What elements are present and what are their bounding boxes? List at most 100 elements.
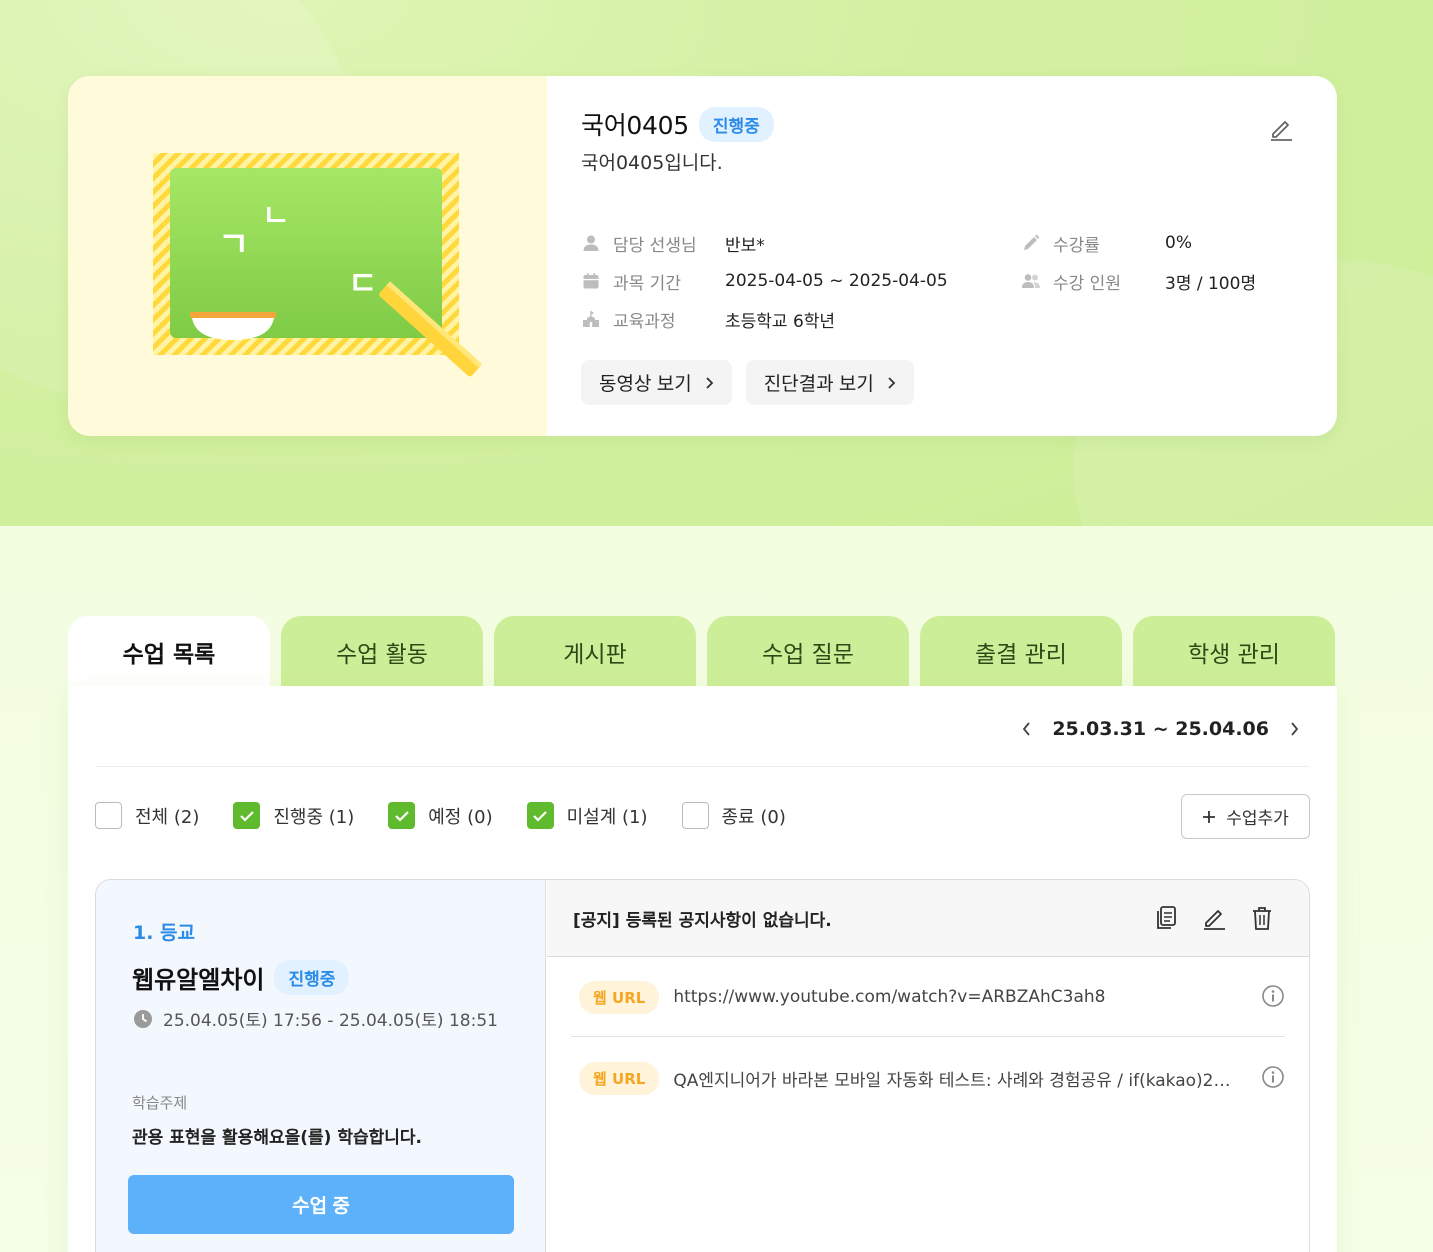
check-icon [394, 810, 409, 822]
course-meta-left: 담당 선생님 반보* 과목 기간 2025-04-05 ~ 2025-04-05… [581, 224, 948, 338]
trash-icon [1253, 907, 1271, 930]
checkbox[interactable] [95, 802, 122, 829]
meta-curriculum: 교육과정 초등학교 6학년 [581, 300, 948, 338]
check-icon [240, 810, 254, 822]
topic-text: 관용 표현을 활용해요을(를) 학습합니다. [132, 1128, 422, 1148]
info-icon [1262, 985, 1284, 1007]
checkbox[interactable] [681, 802, 709, 829]
lesson-time: 25.04.05(토) 17:56 - 25.04.05(토) 18:51 [133, 1006, 498, 1031]
course-info: 국어0405 진행중 국어0405입니다. 담당 선생님 반보* 과목 기간 2… [581, 76, 1337, 436]
tab-bar: 수업 목록 수업 활동 게시판 수업 질문 출결 관리 학생 관리 [68, 616, 1337, 687]
meta-label: 수강률 [1053, 235, 1100, 256]
course-description: 국어0405입니다. [581, 152, 723, 174]
board-char: ㄱ [218, 225, 249, 265]
board-char: ㄷ [348, 264, 377, 302]
course-title-row: 국어0405 진행중 [581, 106, 774, 142]
topic-label: 학습주제 [132, 1094, 188, 1112]
tab-lesson-list[interactable]: 수업 목록 [68, 616, 270, 687]
meta-teacher: 담당 선생님 반보* [581, 224, 948, 262]
filter-all[interactable]: 전체 (2) [95, 802, 199, 829]
meta-progress: 수강률 0% [1021, 224, 1256, 262]
meta-value: 초등학교 6학년 [725, 311, 836, 332]
filter-in-progress[interactable]: 진행중 (1) [233, 802, 354, 829]
add-lesson-button[interactable]: 수업추가 [1181, 794, 1310, 839]
lesson-card: 1. 등교 웹유알엘차이 진행중 25.04.05(토) 17:56 - 25.… [95, 879, 1310, 1252]
diagnosis-result-button[interactable]: 진단결과 보기 [745, 360, 914, 405]
meta-value: 2025-04-05 ~ 2025-04-05 [725, 271, 948, 291]
filter-scheduled[interactable]: 예정 (0) [388, 802, 493, 829]
delete-lesson-button[interactable] [1249, 904, 1275, 932]
button-label: 동영상 보기 [599, 374, 692, 395]
course-meta-right: 수강률 0% 수강 인원 3명 / 100명 [1021, 224, 1256, 300]
clock-icon [134, 1009, 152, 1028]
web-url-badge: 웹 URL [579, 1061, 660, 1095]
week-navigator: 25.03.31 ~ 25.04.06 [1016, 718, 1305, 740]
calendar-icon [581, 271, 601, 291]
checkbox[interactable] [526, 802, 554, 829]
status-badge: 진행중 [274, 960, 350, 995]
resource-item[interactable]: 웹 URL QA엔지니어가 바라본 모바일 자동화 테스트: 사례와 경험공유 … [571, 1038, 1285, 1118]
meta-label: 담당 선생님 [613, 235, 697, 256]
lesson-list-panel: 25.03.31 ~ 25.04.06 전체 (2) 진행중 (1) 예정 (0… [68, 686, 1337, 1252]
board-char: ㄴ [262, 199, 290, 234]
copy-lesson-button[interactable] [1153, 904, 1179, 932]
lesson-actions [1153, 904, 1275, 932]
pencil-icon [1204, 910, 1225, 930]
meta-value: 0% [1165, 233, 1192, 253]
filter-label: 예정 (0) [428, 806, 493, 828]
tab-attendance[interactable]: 출결 관리 [920, 616, 1122, 687]
meta-value: 반보* [725, 235, 765, 256]
checkbox[interactable] [233, 802, 261, 829]
lesson-time-text: 25.04.05(토) 17:56 - 25.04.05(토) 18:51 [163, 1011, 498, 1031]
school-icon [581, 309, 601, 329]
tab-board[interactable]: 게시판 [494, 616, 696, 687]
person-icon [581, 233, 601, 253]
lesson-title: 웹유알엘차이 [132, 966, 265, 994]
info-icon [1262, 1066, 1284, 1088]
next-week-button[interactable] [1283, 718, 1305, 740]
lesson-detail: [공지] 등록된 공지사항이 없습니다. 웹 URL https://www.y… [547, 880, 1309, 1252]
notice-text: [공지] 등록된 공지사항이 없습니다. [573, 910, 832, 931]
lesson-title-row: 웹유알엘차이 진행중 [132, 960, 350, 995]
button-label: 진단결과 보기 [763, 374, 874, 395]
edit-course-button[interactable] [1267, 114, 1295, 142]
checkbox[interactable] [388, 802, 416, 829]
document-copy-icon [1157, 906, 1176, 929]
tab-lesson-question[interactable]: 수업 질문 [707, 616, 909, 687]
divider [571, 1036, 1285, 1037]
meta-label: 교육과정 [613, 311, 676, 332]
filter-ended[interactable]: 종료 (0) [681, 802, 786, 829]
edit-lesson-button[interactable] [1201, 904, 1227, 932]
resource-item[interactable]: 웹 URL https://www.youtube.com/watch?v=AR… [571, 957, 1285, 1037]
chalkboard-illustration: ㄱ ㄴ ㄷ [153, 153, 483, 377]
tab-student-management[interactable]: 학생 관리 [1133, 616, 1335, 687]
course-thumbnail: ㄱ ㄴ ㄷ [68, 76, 547, 436]
resource-info-button[interactable] [1261, 1065, 1285, 1089]
filter-label: 진행중 (1) [273, 806, 355, 828]
meta-period: 과목 기간 2025-04-05 ~ 2025-04-05 [581, 262, 948, 300]
web-url-badge: 웹 URL [579, 980, 660, 1014]
status-filters: 전체 (2) 진행중 (1) 예정 (0) 미설계 (1) 종료 (0) [95, 802, 820, 829]
plus-icon [1203, 810, 1216, 823]
video-view-button[interactable]: 동영상 보기 [581, 360, 732, 405]
pencil-icon [1271, 121, 1292, 141]
chevron-right-icon [888, 376, 896, 389]
resource-info-button[interactable] [1261, 984, 1285, 1008]
button-label: 수업추가 [1226, 809, 1289, 828]
pencil-icon [1021, 233, 1041, 253]
filter-undesigned[interactable]: 미설계 (1) [526, 802, 648, 829]
prev-week-button[interactable] [1016, 718, 1038, 740]
course-title: 국어0405 [581, 111, 689, 140]
chevron-left-icon [1023, 722, 1031, 736]
check-icon [533, 810, 547, 822]
divider [96, 766, 1309, 767]
tab-lesson-activity[interactable]: 수업 활동 [281, 616, 483, 687]
meta-value: 3명 / 100명 [1165, 273, 1257, 294]
meta-students: 수강 인원 3명 / 100명 [1021, 262, 1256, 300]
course-card: ㄱ ㄴ ㄷ 국어0405 진행중 국어0405입니다. 담당 선생님 반보* 과… [68, 76, 1337, 436]
resource-link[interactable]: https://www.youtube.com/watch?v=ARBZAhC3… [673, 987, 1105, 1007]
in-class-button[interactable]: 수업 중 [128, 1175, 514, 1234]
resource-link[interactable]: QA엔지니어가 바라본 모바일 자동화 테스트: 사례와 경험공유 / if(k… [673, 1066, 1230, 1091]
status-badge: 진행중 [698, 106, 774, 142]
people-icon [1021, 271, 1041, 291]
